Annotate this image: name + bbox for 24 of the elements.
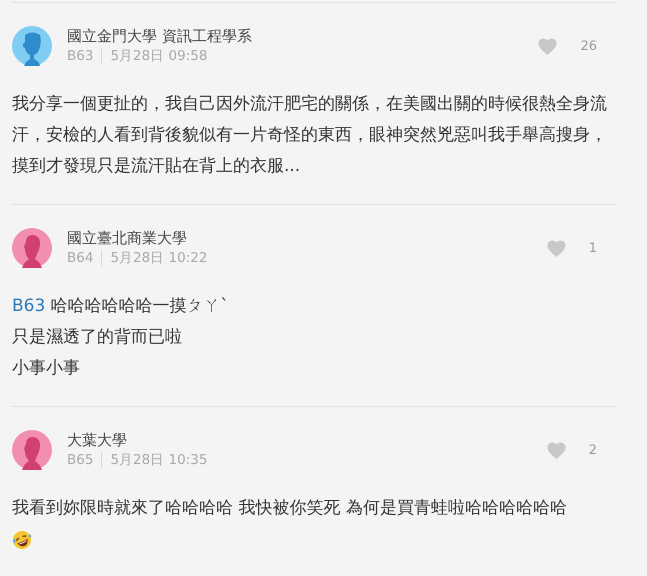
floor-number: B65: [67, 451, 94, 469]
like-count: 26: [580, 38, 597, 54]
post-time: 5月28日 10:35: [110, 451, 208, 469]
like-count: 1: [588, 240, 597, 256]
heart-icon[interactable]: [546, 238, 567, 258]
comment-text: B63 哈哈哈哈哈哈一摸ㄆㄚ`: [12, 295, 230, 318]
author-name: 國立臺北商業大學: [67, 229, 188, 247]
post-time: 5月28日 09:58: [110, 47, 208, 65]
floor-number: B64: [67, 249, 94, 267]
heart-icon[interactable]: [546, 440, 567, 460]
mention-link[interactable]: B63: [12, 296, 46, 316]
avatar-icon: [12, 26, 52, 66]
comment-text: 只是濕透了的背而已啦: [12, 326, 183, 349]
avatar-icon: [12, 430, 52, 470]
author-name: 大葉大學: [67, 431, 128, 449]
floor-number: B63: [67, 47, 94, 65]
heart-icon[interactable]: [537, 36, 558, 56]
avatar-icon: [12, 228, 52, 268]
comment-text: 小事小事: [12, 357, 81, 380]
post-time: 5月28日 10:22: [110, 249, 208, 267]
like-count: 2: [588, 442, 597, 458]
author-name: 國立金門大學 資訊工程學系: [67, 27, 253, 45]
comment-text: 我看到妳限時就來了哈哈哈哈 我快被你笑死 為何是買青蛙啦哈哈哈哈哈哈: [12, 497, 568, 520]
comment-text: 我分享一個更扯的，我自己因外流汗肥宅的關係，在美國出關的時候很熱全身流汗，安檢的人看到背後貌似有一片奇怪的東西，眼神突然兇惡叫我手舉高搜身，摸到才發現只是流汗貼在背上的衣服...: [12, 93, 608, 178]
